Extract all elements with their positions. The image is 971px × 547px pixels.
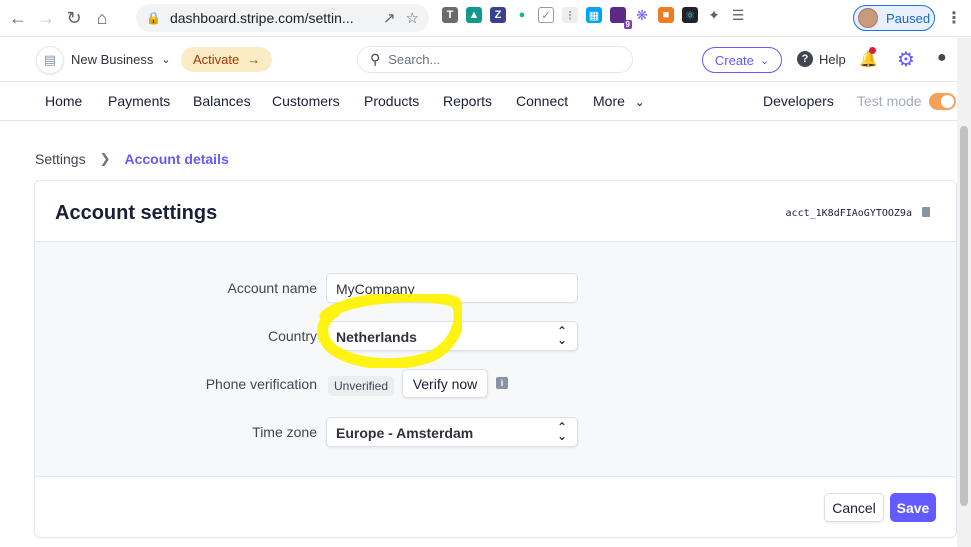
save-button[interactable]: Save (890, 493, 936, 522)
nav-home[interactable]: Home (45, 93, 82, 109)
help-label: Help (819, 51, 846, 67)
help-icon: ? (797, 51, 813, 67)
arrow-right-icon: → (247, 52, 261, 67)
copy-clipboard-icon[interactable] (922, 207, 930, 217)
windows-icon[interactable]: ▦ (586, 7, 602, 23)
chevron-down-icon: ⌄ (634, 95, 645, 109)
developers-link[interactable]: Developers (763, 93, 834, 109)
extension-t-icon[interactable]: T (442, 7, 458, 23)
country-select[interactable]: Netherlands ⌃ ⌄ (326, 321, 578, 351)
home-icon[interactable]: ⌂ (88, 4, 116, 32)
extension-z-icon[interactable]: Z (490, 7, 506, 23)
account-name-label: Account name (227, 280, 318, 296)
nav-more-label: More (593, 93, 625, 109)
breadcrumb: Settings ❯ Account details (35, 151, 229, 167)
account-id-text: acct_1K8dFIAoGYTOOZ9a (785, 208, 912, 219)
account-name-input[interactable]: MyCompany (326, 273, 578, 303)
forward-arrow-icon[interactable]: → (32, 4, 60, 32)
extension-orange-icon[interactable]: ■ (658, 7, 674, 23)
settings-gear-icon[interactable]: ⚙ (897, 47, 915, 72)
page-title: Account settings (55, 202, 218, 224)
test-mode-toggle[interactable] (929, 93, 956, 110)
browser-toolbar: ← → ↻ ⌂ 🔒 dashboard.stripe.com/settin...… (0, 0, 971, 37)
address-bar[interactable]: 🔒 dashboard.stripe.com/settin... ↗ ☆ (136, 4, 429, 32)
main-navigation: Home Payments Balances Customers Product… (0, 82, 957, 121)
nav-reports[interactable]: Reports (443, 93, 492, 109)
extension-badge-icon[interactable]: 9 (610, 7, 632, 29)
page-scrollbar[interactable] (957, 38, 971, 547)
activate-button[interactable]: Activate → (181, 47, 273, 72)
create-label: Create (714, 52, 754, 68)
account-settings-card: Account settings acct_1K8dFIAoGYTOOZ9a A… (34, 180, 957, 538)
search-input[interactable]: ⚲ Search... (357, 46, 633, 73)
puzzle-extensions-icon[interactable]: ✦ (706, 7, 722, 23)
back-arrow-icon[interactable]: ← (4, 4, 32, 32)
phone-verification-label: Phone verification (205, 376, 317, 392)
url-text: dashboard.stripe.com/settin... (169, 10, 354, 26)
pocket-icon[interactable]: ✓ (538, 7, 554, 23)
share-icon[interactable]: ↗ (383, 9, 396, 27)
status-badge: Unverified (328, 376, 395, 396)
search-placeholder: Search... (388, 52, 441, 67)
reading-list-icon[interactable]: ☰ (730, 7, 746, 23)
breadcrumb-settings[interactable]: Settings (35, 151, 86, 167)
info-icon[interactable]: i (496, 377, 508, 389)
avatar (858, 8, 878, 28)
create-button[interactable]: Create ⌄ (702, 47, 782, 73)
extension-flower-icon[interactable]: ❋ (634, 7, 650, 23)
user-account-icon[interactable]: ● (937, 49, 947, 67)
country-label: Country (267, 328, 317, 344)
browser-menu-icon[interactable]: ⋮ (946, 8, 962, 28)
country-value: Netherlands (336, 329, 417, 345)
card-header: Account settings acct_1K8dFIAoGYTOOZ9a (35, 181, 956, 242)
chevron-right-icon: ❯ (99, 151, 111, 166)
chevron-down-icon: ⌄ (161, 54, 171, 66)
profile-status: Paused (886, 10, 931, 26)
notification-dot (869, 47, 876, 54)
react-devtools-icon[interactable]: ⚛ (682, 7, 698, 23)
activate-label: Activate (193, 52, 240, 67)
dashboard-topbar: ▤ New Business ⌄ Activate → ⚲ Search... … (0, 38, 971, 82)
nav-customers[interactable]: Customers (272, 93, 340, 109)
business-name: New Business (71, 52, 154, 67)
bookmark-star-icon[interactable]: ☆ (406, 9, 419, 27)
nav-balances[interactable]: Balances (193, 93, 251, 109)
lock-icon: 🔒 (146, 11, 161, 25)
nav-products[interactable]: Products (364, 93, 419, 109)
nav-connect[interactable]: Connect (516, 93, 568, 109)
nav-payments[interactable]: Payments (108, 93, 170, 109)
reload-icon[interactable]: ↻ (60, 4, 88, 32)
nav-more[interactable]: More ⌄ (593, 93, 645, 109)
select-arrows-icon: ⌃ ⌄ (556, 324, 567, 347)
extensions-row: T ▲ Z ● ✓ ⋮ ▦ 9 ❋ ■ ⚛ ✦ ☰ (442, 7, 746, 29)
profile-button[interactable]: Paused (853, 5, 935, 31)
business-switcher[interactable]: New Business ⌄ (71, 52, 171, 67)
extension-teal-icon[interactable]: ▲ (466, 7, 482, 23)
cancel-button[interactable]: Cancel (824, 493, 884, 522)
search-icon: ⚲ (370, 51, 381, 67)
extension-badge-count: 9 (623, 20, 632, 29)
account-id[interactable]: acct_1K8dFIAoGYTOOZ9a (786, 207, 930, 219)
extension-drop-icon[interactable]: ● (514, 7, 530, 23)
notifications-bell-icon[interactable]: 🔔 (859, 47, 878, 68)
time-zone-select[interactable]: Europe - Amsterdam ⌃ ⌄ (326, 417, 578, 447)
verify-now-button[interactable]: Verify now (402, 369, 488, 398)
settings-form: Account name MyCompany Country Netherlan… (35, 242, 956, 477)
test-mode-label: Test mode (857, 93, 922, 109)
time-zone-value: Europe - Amsterdam (336, 425, 474, 441)
scrollbar-thumb[interactable] (960, 126, 968, 506)
select-arrows-icon: ⌃ ⌄ (556, 420, 567, 443)
chevron-down-icon: ⌄ (759, 54, 770, 67)
business-store-icon[interactable]: ▤ (36, 46, 64, 74)
breadcrumb-account-details[interactable]: Account details (125, 151, 229, 167)
time-zone-label: Time zone (252, 424, 317, 440)
extension-dots-icon[interactable]: ⋮ (562, 7, 578, 23)
help-button[interactable]: ? Help (797, 51, 846, 67)
